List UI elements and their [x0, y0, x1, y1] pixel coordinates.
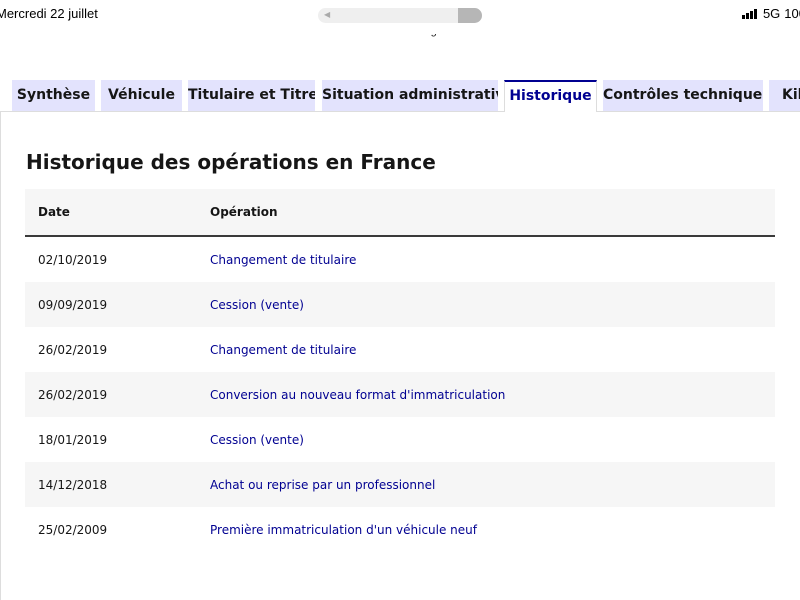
page-title: Historique des opérations en France [26, 150, 436, 174]
row-date: 26/02/2019 [25, 372, 210, 417]
column-header-date: Date [25, 189, 210, 237]
address-bar[interactable]: ◀ [318, 8, 482, 23]
tab-kilometrage[interactable]: Kilo [769, 80, 800, 111]
network-label: 5G [762, 6, 781, 21]
tab-synthese[interactable]: Synthèse [12, 80, 95, 111]
signal-icon [741, 8, 757, 19]
tab-historique[interactable]: Historique [504, 80, 597, 112]
row-operation: Cession (vente) [210, 432, 304, 447]
site-header-edge [38, 26, 764, 34]
table-row: 18/01/2019 Cession (vente) [25, 417, 775, 462]
row-date: 02/10/2019 [38, 252, 108, 267]
battery-label: 100 [784, 6, 800, 21]
tab-controles-techniques[interactable]: Contrôles techniques [603, 80, 763, 111]
tab-vehicule[interactable]: Véhicule [101, 80, 182, 111]
tab-bar: Synthèse Véhicule Titulaire et Titre Sit… [0, 80, 800, 112]
row-date: 18/01/2019 [38, 432, 108, 447]
table-row: 25/02/2009 Première immatriculation d'un… [25, 507, 775, 552]
row-operation: Changement de titulaire [210, 342, 357, 357]
speaker-icon: ◀ [324, 10, 331, 19]
tab-titulaire-titre[interactable]: Titulaire et Titre [188, 80, 315, 111]
row-date: 25/02/2009 [38, 522, 108, 537]
row-date: 09/09/2019 [25, 282, 210, 327]
row-operation: Achat ou reprise par un professionnel [210, 462, 775, 507]
table-row: 09/09/2019 Cession (vente) [25, 282, 775, 327]
row-operation: Cession (vente) [210, 282, 775, 327]
address-bar-progress [458, 8, 482, 23]
row-operation: Changement de titulaire [210, 252, 357, 267]
table-header-row: Date Opération [25, 189, 775, 237]
table-row: 14/12/2018 Achat ou reprise par un profe… [25, 462, 775, 507]
row-date: 26/02/2019 [38, 342, 108, 357]
row-operation: Conversion au nouveau format d'immatricu… [210, 372, 775, 417]
operations-table: Date Opération 02/10/2019 Changement de … [25, 189, 775, 552]
status-indicators: 5G 100 [741, 6, 800, 21]
table-row: 26/02/2019 Changement de titulaire [25, 327, 775, 372]
column-header-operation: Opération [210, 189, 775, 237]
status-date: Mercredi 22 juillet [0, 6, 98, 21]
row-operation: Première immatriculation d'un véhicule n… [210, 522, 477, 537]
row-date: 14/12/2018 [25, 462, 210, 507]
table-row: 26/02/2019 Conversion au nouveau format … [25, 372, 775, 417]
table-row: 02/10/2019 Changement de titulaire [25, 236, 775, 282]
tab-situation-administrative[interactable]: Situation administrative [322, 80, 498, 111]
